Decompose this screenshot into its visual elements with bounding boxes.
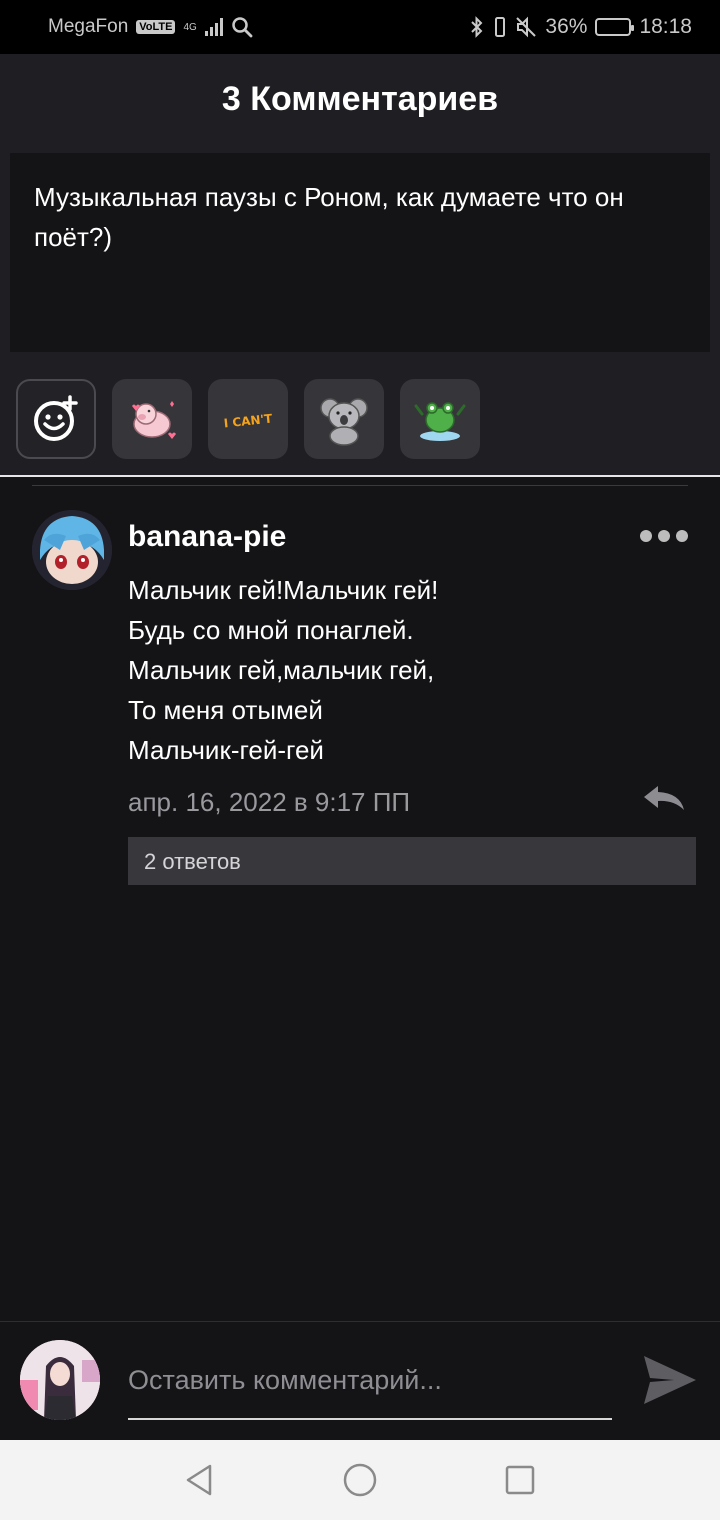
status-bar: MegaFon VoLTE 4G 36% 18:18 [0, 0, 720, 54]
recents-icon[interactable] [500, 1460, 540, 1500]
network-type: 4G [183, 21, 197, 33]
comment-line: Мальчик гей!Мальчик гей! [128, 575, 439, 605]
search-icon [232, 17, 253, 38]
send-icon[interactable] [640, 1350, 700, 1410]
my-avatar [20, 1340, 100, 1420]
status-left: MegaFon VoLTE 4G [48, 16, 253, 38]
back-icon[interactable] [180, 1460, 220, 1500]
my-avatar-image [20, 1340, 100, 1420]
sticker-koala[interactable] [304, 379, 384, 459]
koala-sticker [320, 398, 368, 446]
pig-sticker [132, 401, 176, 439]
mute-icon [516, 16, 537, 38]
battery-icon [595, 18, 635, 36]
comment-input[interactable] [128, 1358, 612, 1420]
comment-line: Мальчик-гей-гей [128, 735, 324, 765]
carrier-name: MegaFon [48, 16, 129, 37]
comment-line: Будь со мной понаглей. [128, 615, 414, 645]
user-avatar-image [32, 510, 112, 590]
i-cant-sticker-text: I CAN'T [223, 411, 274, 430]
reply-icon[interactable] [640, 780, 688, 816]
replies-button[interactable]: 2 ответов [128, 837, 696, 885]
more-dot [676, 530, 688, 542]
vibrate-icon [495, 17, 506, 37]
battery-percent: 36% [545, 15, 588, 38]
comment-username[interactable]: banana-pie [128, 520, 286, 554]
home-icon[interactable] [340, 1460, 380, 1500]
more-dot [658, 530, 670, 542]
sticker-bar: I CAN'T [0, 362, 720, 476]
post-text: Музыкальная паузы с Роном, как думаете ч… [10, 153, 710, 352]
status-right: 36% 18:18 [469, 15, 692, 39]
comment-timestamp: апр. 16, 2022 в 9:17 ПП [128, 787, 411, 817]
more-dots-icon [640, 530, 652, 542]
section-divider [0, 475, 720, 477]
clock: 18:18 [639, 15, 692, 38]
comment-text: Мальчик гей!Мальчик гей! Будь со мной по… [128, 570, 438, 770]
signal-icon [204, 18, 223, 36]
sticker-i-cant[interactable]: I CAN'T [208, 379, 288, 459]
post-area: Музыкальная паузы с Роном, как думаете ч… [0, 144, 720, 362]
comment-divider [32, 485, 688, 486]
volte-icon: VoLTE [136, 20, 176, 34]
avatar[interactable] [32, 510, 112, 590]
add-emoji-button[interactable] [16, 379, 96, 459]
system-nav-bar [0, 1440, 720, 1520]
header: 3 Комментариев [0, 54, 720, 144]
comment-input-bar [0, 1321, 720, 1440]
comment-line: То меня отымей [128, 695, 323, 725]
sticker-frog[interactable] [400, 379, 480, 459]
sticker-pig[interactable] [112, 379, 192, 459]
page-title: 3 Комментариев [221, 79, 499, 118]
emoji-add-icon [34, 395, 78, 441]
i-cant-sticker: I CAN'T [223, 411, 274, 430]
comment-line: Мальчик гей,мальчик гей, [128, 655, 435, 685]
more-options-button[interactable] [640, 530, 688, 542]
bluetooth-icon [471, 16, 483, 38]
frog-sticker [414, 402, 466, 441]
